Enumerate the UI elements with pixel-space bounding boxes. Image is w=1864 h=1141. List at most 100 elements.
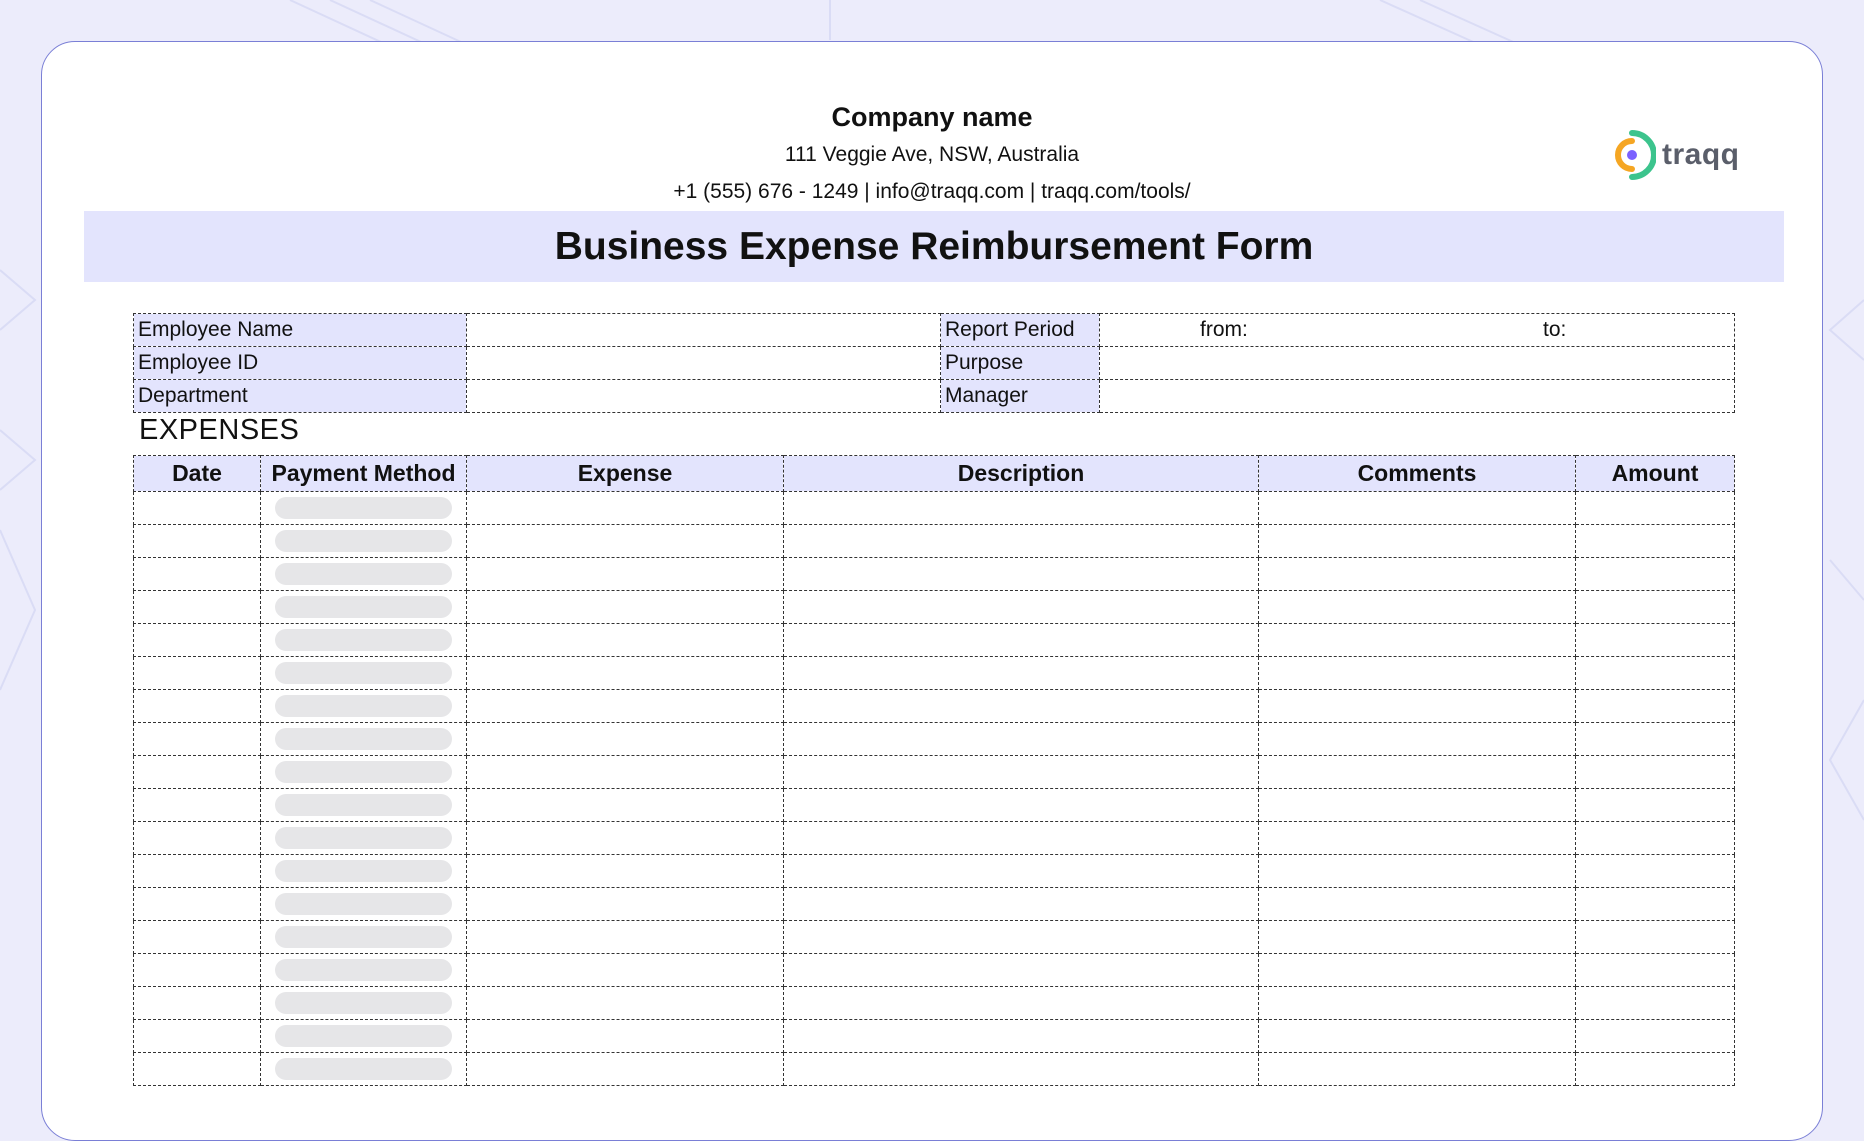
- comments-cell[interactable]: [1258, 854, 1576, 888]
- payment-method-dropdown[interactable]: [275, 860, 452, 882]
- payment-method-select[interactable]: [260, 524, 467, 558]
- payment-method-select[interactable]: [260, 821, 467, 855]
- expense-cell[interactable]: [466, 590, 784, 624]
- expense-cell[interactable]: [466, 755, 784, 789]
- amount-cell[interactable]: [1575, 491, 1735, 525]
- amount-cell[interactable]: [1575, 623, 1735, 657]
- date-cell[interactable]: [133, 755, 261, 789]
- comments-cell[interactable]: [1258, 656, 1576, 690]
- amount-cell[interactable]: [1575, 788, 1735, 822]
- expense-cell[interactable]: [466, 953, 784, 987]
- comments-cell[interactable]: [1258, 821, 1576, 855]
- date-cell[interactable]: [133, 557, 261, 591]
- payment-method-dropdown[interactable]: [275, 1025, 452, 1047]
- comments-cell[interactable]: [1258, 491, 1576, 525]
- amount-cell[interactable]: [1575, 590, 1735, 624]
- date-cell[interactable]: [133, 920, 261, 954]
- date-cell[interactable]: [133, 722, 261, 756]
- expense-cell[interactable]: [466, 1052, 784, 1086]
- expense-cell[interactable]: [466, 887, 784, 921]
- amount-cell[interactable]: [1575, 887, 1735, 921]
- comments-cell[interactable]: [1258, 788, 1576, 822]
- payment-method-dropdown[interactable]: [275, 563, 452, 585]
- payment-method-dropdown[interactable]: [275, 497, 452, 519]
- employee-name-field[interactable]: [466, 313, 941, 347]
- description-cell[interactable]: [783, 854, 1259, 888]
- description-cell[interactable]: [783, 722, 1259, 756]
- date-cell[interactable]: [133, 656, 261, 690]
- payment-method-select[interactable]: [260, 623, 467, 657]
- payment-method-select[interactable]: [260, 557, 467, 591]
- department-field[interactable]: [466, 379, 941, 413]
- description-cell[interactable]: [783, 689, 1259, 723]
- manager-field[interactable]: [1099, 379, 1735, 413]
- amount-cell[interactable]: [1575, 656, 1735, 690]
- expense-cell[interactable]: [466, 623, 784, 657]
- payment-method-dropdown[interactable]: [275, 893, 452, 915]
- expense-cell[interactable]: [466, 986, 784, 1020]
- date-cell[interactable]: [133, 788, 261, 822]
- amount-cell[interactable]: [1575, 524, 1735, 558]
- payment-method-select[interactable]: [260, 887, 467, 921]
- date-cell[interactable]: [133, 887, 261, 921]
- expense-cell[interactable]: [466, 920, 784, 954]
- payment-method-select[interactable]: [260, 920, 467, 954]
- comments-cell[interactable]: [1258, 623, 1576, 657]
- payment-method-dropdown[interactable]: [275, 926, 452, 948]
- amount-cell[interactable]: [1575, 1052, 1735, 1086]
- payment-method-dropdown[interactable]: [275, 761, 452, 783]
- payment-method-dropdown[interactable]: [275, 992, 452, 1014]
- payment-method-dropdown[interactable]: [275, 695, 452, 717]
- payment-method-select[interactable]: [260, 854, 467, 888]
- date-cell[interactable]: [133, 491, 261, 525]
- comments-cell[interactable]: [1258, 953, 1576, 987]
- purpose-field[interactable]: [1099, 346, 1735, 380]
- date-cell[interactable]: [133, 1052, 261, 1086]
- comments-cell[interactable]: [1258, 1019, 1576, 1053]
- date-cell[interactable]: [133, 986, 261, 1020]
- comments-cell[interactable]: [1258, 755, 1576, 789]
- expense-cell[interactable]: [466, 821, 784, 855]
- payment-method-dropdown[interactable]: [275, 596, 452, 618]
- description-cell[interactable]: [783, 656, 1259, 690]
- comments-cell[interactable]: [1258, 887, 1576, 921]
- description-cell[interactable]: [783, 953, 1259, 987]
- date-cell[interactable]: [133, 623, 261, 657]
- description-cell[interactable]: [783, 524, 1259, 558]
- date-cell[interactable]: [133, 590, 261, 624]
- expense-cell[interactable]: [466, 689, 784, 723]
- comments-cell[interactable]: [1258, 1052, 1576, 1086]
- payment-method-select[interactable]: [260, 788, 467, 822]
- expense-cell[interactable]: [466, 524, 784, 558]
- date-cell[interactable]: [133, 524, 261, 558]
- amount-cell[interactable]: [1575, 986, 1735, 1020]
- expense-cell[interactable]: [466, 656, 784, 690]
- payment-method-select[interactable]: [260, 755, 467, 789]
- description-cell[interactable]: [783, 557, 1259, 591]
- comments-cell[interactable]: [1258, 722, 1576, 756]
- amount-cell[interactable]: [1575, 755, 1735, 789]
- expense-cell[interactable]: [466, 1019, 784, 1053]
- amount-cell[interactable]: [1575, 920, 1735, 954]
- amount-cell[interactable]: [1575, 557, 1735, 591]
- payment-method-dropdown[interactable]: [275, 959, 452, 981]
- description-cell[interactable]: [783, 1019, 1259, 1053]
- payment-method-select[interactable]: [260, 1052, 467, 1086]
- amount-cell[interactable]: [1575, 854, 1735, 888]
- description-cell[interactable]: [783, 1052, 1259, 1086]
- date-cell[interactable]: [133, 689, 261, 723]
- description-cell[interactable]: [783, 986, 1259, 1020]
- comments-cell[interactable]: [1258, 590, 1576, 624]
- date-cell[interactable]: [133, 821, 261, 855]
- comments-cell[interactable]: [1258, 920, 1576, 954]
- date-cell[interactable]: [133, 953, 261, 987]
- date-cell[interactable]: [133, 854, 261, 888]
- description-cell[interactable]: [783, 491, 1259, 525]
- expense-cell[interactable]: [466, 557, 784, 591]
- payment-method-select[interactable]: [260, 953, 467, 987]
- payment-method-select[interactable]: [260, 986, 467, 1020]
- comments-cell[interactable]: [1258, 689, 1576, 723]
- employee-id-field[interactable]: [466, 346, 941, 380]
- description-cell[interactable]: [783, 920, 1259, 954]
- description-cell[interactable]: [783, 623, 1259, 657]
